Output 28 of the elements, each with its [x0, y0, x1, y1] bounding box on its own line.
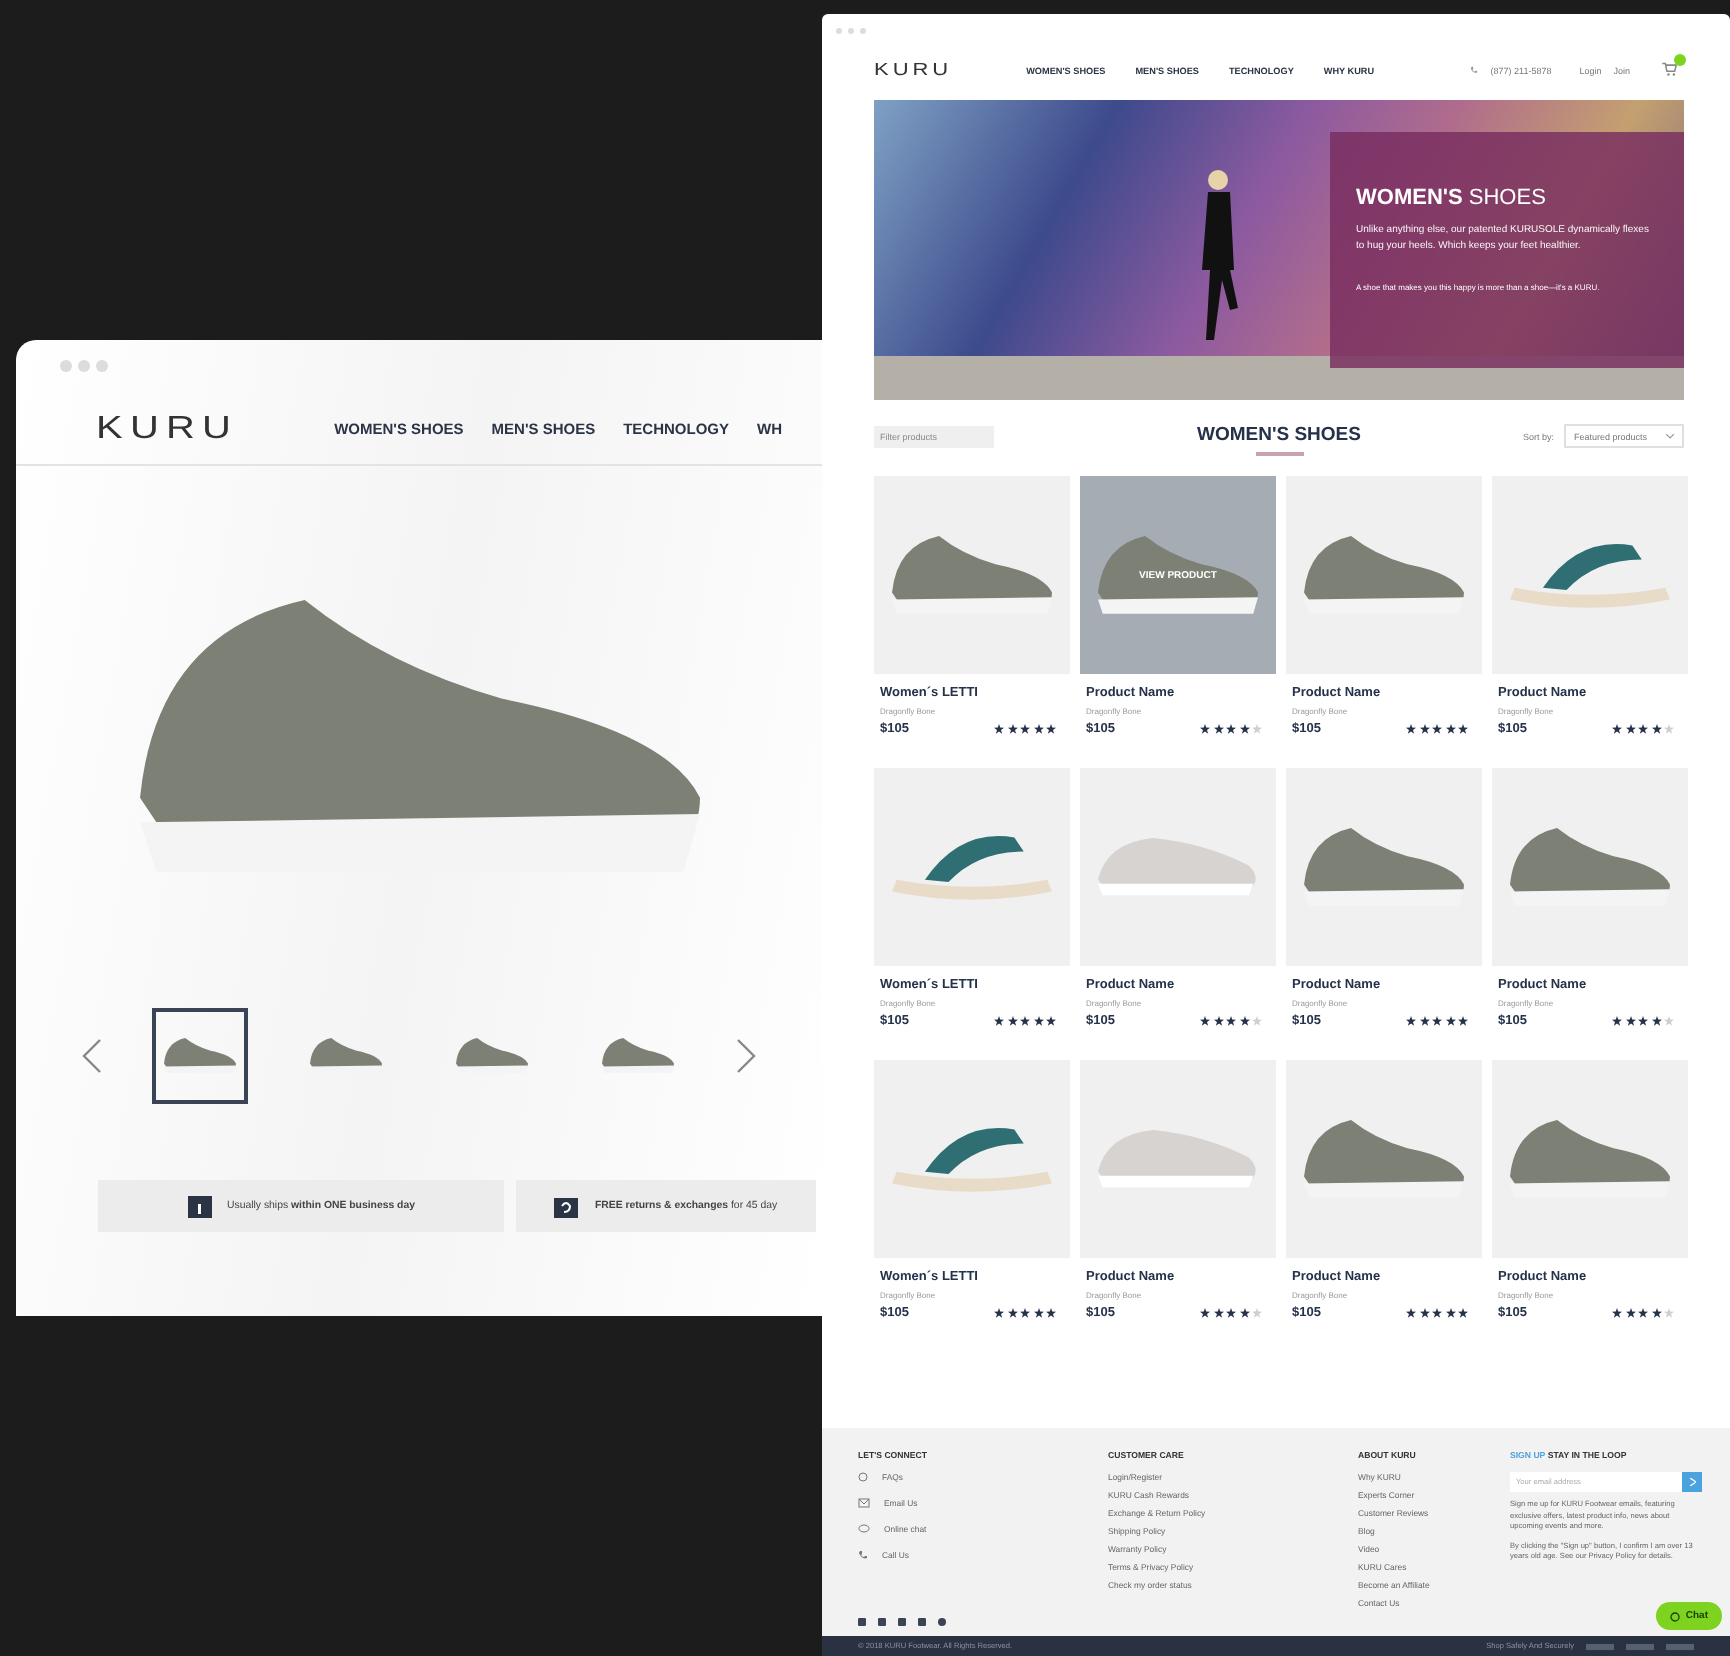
product-photo[interactable] — [874, 476, 1070, 674]
product-photo[interactable] — [1492, 476, 1688, 674]
thumbnail[interactable] — [152, 1008, 248, 1104]
chevron-icon — [1666, 433, 1674, 439]
shoe-thumbnail-photo — [602, 1038, 674, 1074]
phone-icon — [1470, 66, 1479, 74]
product-photo[interactable] — [874, 1060, 1070, 1258]
logo[interactable]: KURU — [96, 409, 239, 447]
logo[interactable]: KURU — [874, 60, 953, 80]
page-title: WOMEN'S SHOES — [1197, 424, 1361, 446]
return-box-icon — [554, 1194, 579, 1218]
product-photo[interactable] — [874, 768, 1070, 966]
phone-icon — [858, 1550, 868, 1560]
shoe-thumbnail-photo — [310, 1038, 382, 1074]
product-photo[interactable] — [1492, 768, 1688, 966]
hero-title: WOMEN'S SHOES — [1356, 186, 1548, 210]
product-photo[interactable] — [1286, 1060, 1482, 1258]
shoe-thumbnail-photo — [164, 1038, 236, 1074]
shoe-thumbnail-photo — [456, 1038, 528, 1074]
product-photo[interactable] — [1286, 768, 1482, 966]
product-photo[interactable] — [1286, 476, 1482, 674]
mail-icon — [858, 1498, 870, 1508]
chat-bubble-icon — [1669, 1611, 1680, 1621]
product-photo[interactable] — [1492, 1060, 1688, 1258]
submit-button[interactable] — [1682, 1472, 1702, 1492]
chat-bubble-icon — [858, 1524, 870, 1534]
chevron-icon — [1689, 1478, 1695, 1486]
calendar-icon — [187, 1194, 211, 1218]
